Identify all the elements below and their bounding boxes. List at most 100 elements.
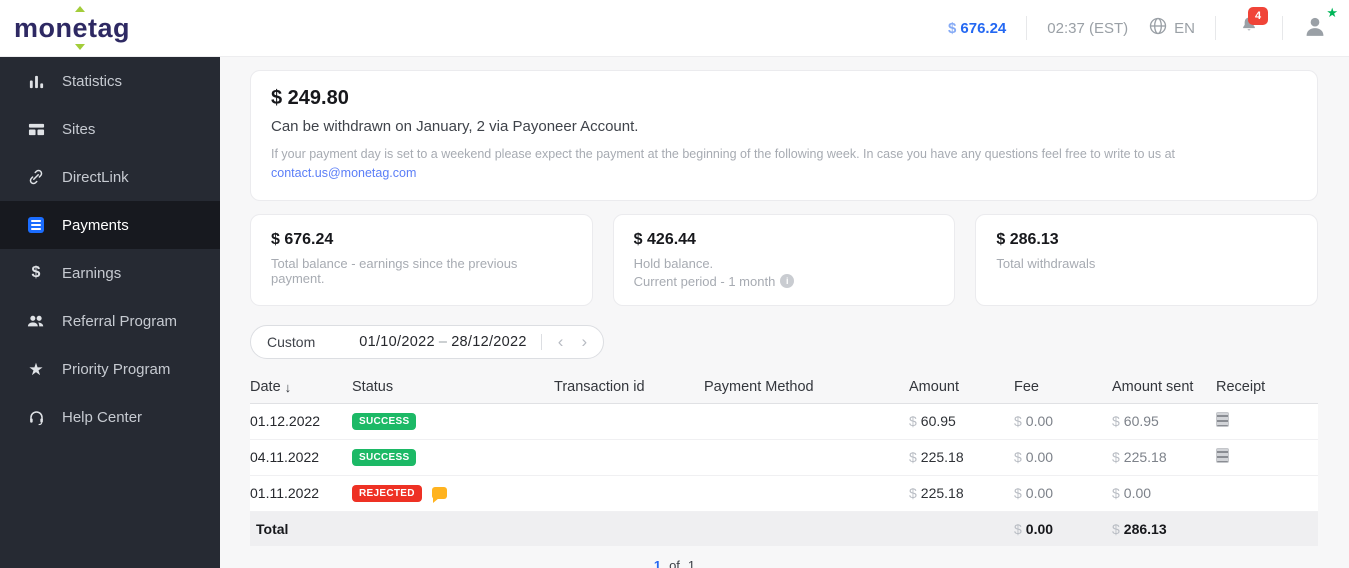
sidebar-item-priority-program[interactable]: ★ Priority Program: [0, 345, 220, 393]
document-icon: [27, 216, 45, 234]
withdrawable-subtitle: Can be withdrawn on January, 2 via Payon…: [271, 118, 639, 135]
people-icon: [27, 312, 45, 330]
column-amount-sent: Amount sent: [1112, 379, 1194, 396]
cell-fee: $0.00: [1014, 485, 1054, 502]
cell-date: 04.11.2022: [250, 449, 320, 466]
dollar-icon: $: [31, 264, 41, 281]
hold-period-description: Current period - 1 month: [633, 273, 776, 289]
sidebar-item-sites[interactable]: Sites: [0, 105, 220, 153]
table-row: 04.11.2022 SUCCESS $225.18 $0.00 $225.18: [250, 439, 1318, 476]
cell-amount-sent: $225.18: [1112, 449, 1167, 466]
balance-currency: $: [948, 19, 957, 37]
sidebar-item-help-center[interactable]: Help Center: [0, 393, 220, 441]
column-transaction-id: Transaction id: [554, 379, 645, 396]
prev-period-button[interactable]: ‹: [556, 333, 566, 350]
cell-amount: $225.18: [909, 449, 964, 466]
total-balance-description: Total balance - earnings since the previ…: [271, 255, 518, 286]
header-balance[interactable]: $676.24: [948, 20, 1006, 37]
globe-icon: [1148, 16, 1168, 40]
sidebar-item-payments[interactable]: Payments: [0, 201, 220, 249]
hold-balance-card: $ 426.44 Hold balance. Current period - …: [612, 213, 956, 306]
sidebar-item-earnings[interactable]: $ Earnings: [0, 249, 220, 297]
pagination[interactable]: 1 of 1: [654, 558, 695, 568]
status-badge: SUCCESS: [352, 448, 417, 466]
divider: [1282, 16, 1283, 40]
date-range-value[interactable]: 01/10/2022–28/12/2022: [359, 334, 527, 350]
info-icon[interactable]: i: [780, 274, 795, 289]
logo-text-pre: mon: [14, 12, 73, 43]
total-withdrawals-card: $ 286.13 Total withdrawals: [975, 213, 1319, 306]
sidebar-item-label: Earnings: [62, 264, 122, 282]
total-label: Total: [256, 520, 289, 537]
user-icon: [1303, 17, 1327, 43]
sidebar-item-label: Payments: [62, 216, 129, 234]
sort-desc-icon[interactable]: ↓: [285, 380, 292, 395]
withdrawable-balance-card: $ 249.80 Can be withdrawn on January, 2 …: [250, 70, 1318, 201]
bar-chart-icon: [27, 72, 45, 90]
hold-balance-description: Hold balance.: [633, 255, 714, 271]
sidebar-item-label: DirectLink: [62, 168, 129, 186]
monetag-logo[interactable]: mon e tag: [14, 13, 130, 44]
column-date[interactable]: Date ↓: [250, 379, 352, 395]
receipt-icon[interactable]: [1216, 448, 1229, 464]
cell-amount-sent: $60.95: [1112, 413, 1159, 430]
sidebar-item-statistics[interactable]: Statistics: [0, 57, 220, 105]
sidebar-nav: Statistics Sites DirectLink Payments $ E…: [0, 56, 220, 568]
notifications-button[interactable]: 4: [1236, 7, 1268, 41]
status-badge: REJECTED: [352, 484, 422, 502]
pagination-of-label: of: [669, 558, 680, 568]
table-row: 01.12.2022 SUCCESS $60.95 $0.00 $60.95: [250, 403, 1318, 440]
sidebar-item-referral-program[interactable]: Referral Program: [0, 297, 220, 345]
cell-amount-sent: $0.00: [1112, 485, 1152, 502]
hold-balance-amount: $ 426.44: [633, 230, 696, 248]
logo-text-post: tag: [88, 12, 131, 43]
contact-email-link[interactable]: contact.us@monetag.com: [271, 166, 416, 180]
pagination-current-page[interactable]: 1: [654, 558, 661, 568]
sidebar-item-label: Help Center: [62, 408, 143, 426]
status-badge: SUCCESS: [352, 412, 417, 430]
withdrawable-amount: $ 249.80: [271, 87, 349, 109]
date-range-separator: –: [438, 333, 448, 350]
headset-icon: [27, 408, 45, 426]
notification-count-badge: 4: [1248, 7, 1268, 25]
summary-cards-row: $ 676.24 Total balance - earnings since …: [250, 213, 1319, 306]
main-content: $ 249.80 Can be withdrawn on January, 2 …: [220, 56, 1349, 568]
payment-note: If your payment day is set to a weekend …: [271, 147, 1176, 161]
column-receipt: Receipt: [1216, 379, 1266, 396]
total-amount-sent: $286.13: [1112, 520, 1167, 537]
cell-date: 01.11.2022: [250, 485, 320, 502]
header-time: 02:37 (EST): [1047, 19, 1129, 37]
sidebar-item-label: Priority Program: [62, 360, 171, 378]
browser-icon: [27, 120, 45, 138]
column-fee: Fee: [1014, 379, 1039, 396]
total-balance-amount: $ 676.24: [271, 230, 334, 248]
logo-accent-letter: e: [72, 12, 89, 43]
sidebar-item-label: Referral Program: [62, 312, 178, 330]
table-total-row: Total $0.00 $286.13: [250, 511, 1318, 546]
date-range-end: 28/12/2022: [451, 333, 527, 350]
column-payment-method: Payment Method: [704, 379, 814, 396]
language-label: EN: [1174, 19, 1195, 37]
next-period-button[interactable]: ›: [579, 333, 589, 350]
cell-date: 01.12.2022: [250, 413, 321, 430]
divider: [1215, 16, 1216, 40]
sidebar-item-directlink[interactable]: DirectLink: [0, 153, 220, 201]
sidebar-item-label: Statistics: [62, 72, 123, 90]
account-menu-button[interactable]: ★: [1303, 6, 1338, 43]
date-filter-mode[interactable]: Custom: [267, 334, 315, 350]
link-icon: [27, 168, 45, 186]
balance-value: 676.24: [960, 19, 1007, 37]
language-selector[interactable]: EN: [1148, 16, 1195, 40]
total-fee: $0.00: [1014, 520, 1054, 537]
total-withdrawals-amount: $ 286.13: [996, 230, 1059, 248]
receipt-icon[interactable]: [1216, 412, 1229, 428]
star-icon: ★: [28, 359, 44, 379]
priority-star-icon: ★: [1326, 5, 1338, 20]
cell-fee: $0.00: [1014, 449, 1054, 466]
column-status: Status: [352, 379, 394, 396]
sidebar-item-label: Sites: [62, 120, 96, 138]
total-balance-card: $ 676.24 Total balance - earnings since …: [250, 213, 593, 306]
comment-icon[interactable]: [431, 487, 447, 504]
date-range-filter[interactable]: Custom 01/10/2022–28/12/2022 ‹ ›: [250, 324, 605, 359]
top-header: mon e tag $676.24 02:37 (EST) EN 4 ★: [0, 0, 1349, 56]
